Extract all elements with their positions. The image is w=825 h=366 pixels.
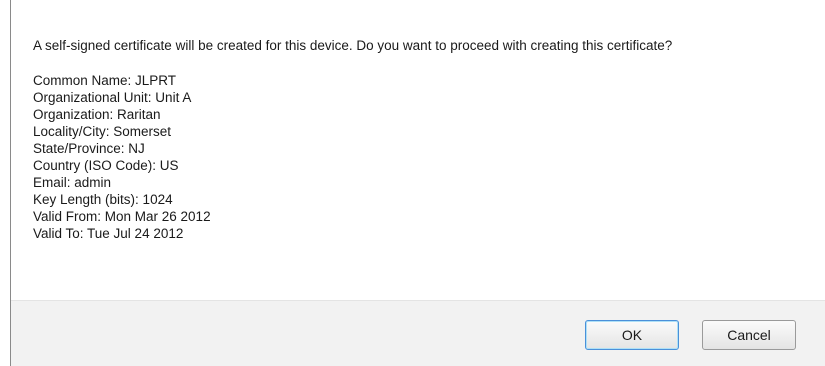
- dialog-content: A self-signed certificate will be create…: [33, 37, 815, 242]
- confirm-certificate-dialog: A self-signed certificate will be create…: [0, 0, 825, 366]
- detail-locality-city: Locality/City: Somerset: [33, 124, 172, 139]
- ok-button[interactable]: OK: [585, 320, 679, 350]
- dialog-button-bar: OK Cancel: [11, 300, 825, 366]
- detail-key-length: Key Length (bits): 1024: [33, 192, 173, 207]
- detail-common-name: Common Name: JLPRT: [33, 73, 177, 88]
- cancel-button[interactable]: Cancel: [702, 320, 796, 350]
- certificate-details: Common Name: JLPRT Organizational Unit: …: [33, 72, 815, 242]
- detail-email: Email: admin: [33, 175, 112, 190]
- detail-organizational-unit: Organizational Unit: Unit A: [33, 90, 192, 105]
- detail-country: Country (ISO Code): US: [33, 158, 179, 173]
- detail-organization: Organization: Raritan: [33, 107, 161, 122]
- detail-state-province: State/Province: NJ: [33, 141, 145, 156]
- detail-valid-from: Valid From: Mon Mar 26 2012: [33, 209, 211, 224]
- dialog-message: A self-signed certificate will be create…: [33, 38, 673, 53]
- detail-valid-to: Valid To: Tue Jul 24 2012: [33, 226, 184, 241]
